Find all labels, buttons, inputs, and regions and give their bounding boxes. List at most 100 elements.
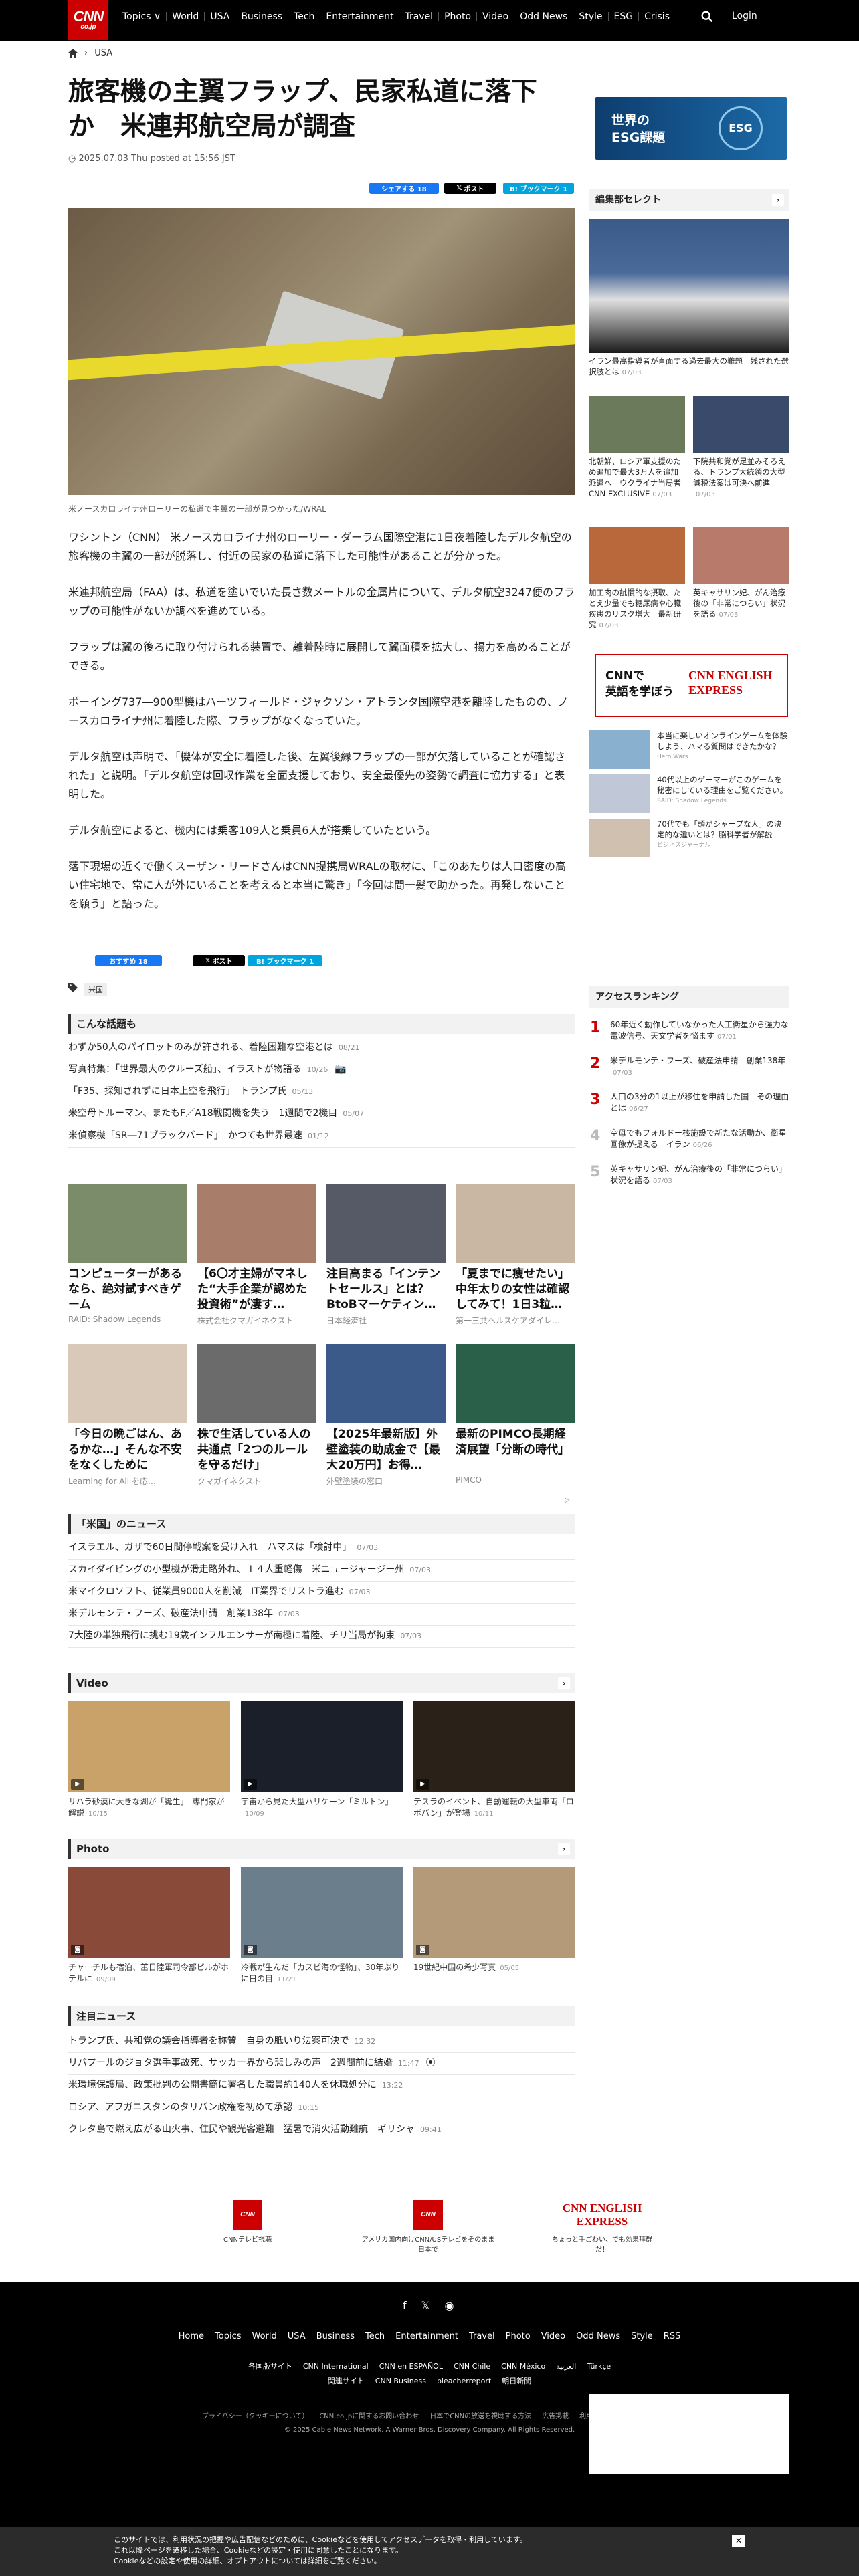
ranking-item[interactable]: 人口の3分の1以上が移住を申請した国 その理由とは 06/27 bbox=[610, 1091, 789, 1115]
nav-video[interactable]: Video bbox=[477, 12, 515, 21]
sponsored-image[interactable] bbox=[68, 1184, 187, 1263]
footer-link[interactable]: Türkçe bbox=[587, 2362, 611, 2371]
footer-link[interactable]: Topics bbox=[215, 2331, 241, 2341]
sponsored-image[interactable] bbox=[197, 1184, 316, 1263]
editor-item[interactable]: 下院共和党が足並みそろえる、トランプ大統領の大型減税法案は可決へ前進 07/03 bbox=[693, 456, 789, 500]
footer-link[interactable]: CNN en ESPAÑOL bbox=[379, 2362, 443, 2371]
side-ad-image[interactable] bbox=[589, 730, 650, 769]
sponsored-image[interactable] bbox=[456, 1184, 575, 1263]
footer-link[interactable]: プライバシー（クッキーについて） bbox=[202, 2413, 309, 2420]
nav-usa[interactable]: USA bbox=[205, 12, 236, 21]
video-caption[interactable]: テスラのイベント、自動運転の大型車両「ロボバン」が登場 10/11 bbox=[413, 1796, 575, 1820]
footer-link[interactable]: CNN International bbox=[303, 2362, 369, 2371]
footer-link[interactable]: Video bbox=[541, 2331, 565, 2341]
list-item[interactable]: 米環境保護局、政策批判の公開書簡に署名した職員約140人を休職処分に 13:22 bbox=[68, 2074, 575, 2097]
hatena-bookmark-button[interactable]: B! ブックマーク 1 bbox=[503, 183, 574, 194]
footer-link[interactable]: Home bbox=[179, 2331, 204, 2341]
footer-link[interactable]: RSS bbox=[664, 2331, 681, 2341]
footer-link[interactable]: CNN Chile bbox=[454, 2362, 490, 2371]
cnn-english-ad[interactable]: CNNで 英語を学ぼう CNN ENGLISH EXPRESS bbox=[595, 654, 788, 717]
sponsored-title[interactable]: 最新のPIMCO長期経済展望「分断の時代」 bbox=[456, 1427, 575, 1458]
sponsored-image[interactable] bbox=[326, 1344, 446, 1423]
sponsored-image[interactable] bbox=[197, 1344, 316, 1423]
nav-travel[interactable]: Travel bbox=[399, 12, 440, 21]
nav-tech[interactable]: Tech bbox=[288, 12, 321, 21]
photo-thumbnail[interactable]: ◙ bbox=[413, 1867, 575, 1958]
footer-link[interactable]: Odd News bbox=[576, 2331, 620, 2341]
video-thumbnail[interactable]: ▶ bbox=[413, 1701, 575, 1792]
sponsored-title[interactable]: 「今日の晩ごはん、あるかな…」そんな不安をなくしために bbox=[68, 1427, 187, 1473]
footer-link[interactable]: Style bbox=[631, 2331, 653, 2341]
list-item[interactable]: 米デルモンテ・フーズ、破産法申請 創業138年 07/03 bbox=[68, 1603, 575, 1626]
footer-link[interactable]: 朝日新聞 bbox=[502, 2377, 531, 2385]
nav-esg[interactable]: ESG bbox=[609, 12, 640, 21]
editor-main-item[interactable]: イラン最高指導者が直面する過去最大の難題 残された選択肢とは 07/03 bbox=[589, 356, 789, 379]
video-heading[interactable]: Video › bbox=[68, 1673, 575, 1693]
photo-thumbnail[interactable]: ◙ bbox=[241, 1867, 403, 1958]
editor-item-image[interactable] bbox=[693, 396, 789, 453]
ranking-item[interactable]: 米デルモンテ・フーズ、破産法申請 創業138年 07/03 bbox=[610, 1055, 789, 1079]
footer-link[interactable]: World bbox=[252, 2331, 277, 2341]
photo-caption[interactable]: 19世紀中国の希少写真 05/05 bbox=[413, 1962, 575, 1974]
sponsored-title[interactable]: 【2025年最新版】外壁塗装の助成金で【最大20万円】お得… bbox=[326, 1427, 446, 1473]
nav-business[interactable]: Business bbox=[235, 12, 289, 21]
home-icon[interactable] bbox=[68, 49, 78, 58]
login-link[interactable]: Login bbox=[732, 11, 757, 21]
editor-item[interactable]: 英キャサリン妃、がん治療後の「非常につらい」状況を語る 07/03 bbox=[693, 587, 789, 621]
nav-world[interactable]: World bbox=[167, 12, 205, 21]
article-tag[interactable]: 米国 bbox=[84, 983, 107, 996]
nav-style[interactable]: Style bbox=[573, 12, 609, 21]
ranking-item[interactable]: 英キャサリン妃、がん治療後の「非常につらい」状況を語る 07/03 bbox=[610, 1164, 789, 1187]
footer-link[interactable]: 広告掲載 bbox=[542, 2413, 569, 2420]
side-ad[interactable]: 70代でも「頭がシャープな人」の決定的な違いとは？脳科学者が解説 ビジネスジャーナ… bbox=[657, 819, 788, 851]
facebook-recommend-button[interactable]: おすすめ 18 bbox=[95, 955, 162, 966]
footer-link[interactable]: Entertainment bbox=[395, 2331, 458, 2341]
side-ad[interactable]: 40代以上のゲーマーがこのゲームを秘密にしている理由をご覧ください。 RAID: … bbox=[657, 774, 788, 807]
esg-banner[interactable]: 世界の ESG課題 ESG bbox=[595, 97, 787, 160]
editor-select-heading[interactable]: 編集部セレクト › bbox=[589, 189, 789, 211]
list-item[interactable]: 7大陸の単独飛行に挑む19歳インフルエンサーが南極に着陸、チリ当局が拘束 07/0… bbox=[68, 1625, 575, 1648]
nav-entertainment[interactable]: Entertainment bbox=[320, 12, 400, 21]
sponsored-image[interactable] bbox=[456, 1344, 575, 1423]
sponsored-image[interactable] bbox=[326, 1184, 446, 1263]
sponsored-image[interactable] bbox=[68, 1344, 187, 1423]
chevron-right-icon[interactable]: › bbox=[772, 194, 784, 206]
list-item[interactable]: 米空母トルーマン、またもF／A18戦闘機を失う 1週間で2機目 05/07 bbox=[68, 1103, 575, 1125]
cnn-us-banner[interactable]: CNN アメリカ国内向けCNN/USテレビをそのまま日本で bbox=[361, 2200, 495, 2254]
footer-link[interactable]: Tech bbox=[365, 2331, 385, 2341]
footer-link[interactable]: CNN.co.jpに関するお問い合わせ bbox=[319, 2413, 419, 2420]
sticky-ad-box[interactable] bbox=[589, 2394, 789, 2474]
sponsored-title[interactable]: 「夏までに痩せたい」中年太りの女性は確認してみて！1日3粒… bbox=[456, 1267, 575, 1313]
nav-odd-news[interactable]: Odd News bbox=[514, 12, 574, 21]
list-item[interactable]: 「F35、探知されずに日本上空を飛行」 トランプ氏 05/13 bbox=[68, 1081, 575, 1103]
english-express-banner[interactable]: CNN ENGLISH EXPRESS ちょっと手ごわい、でも効果拜群だ！ bbox=[549, 2200, 656, 2254]
video-caption[interactable]: 宇宙から見た大型ハリケーン「ミルトン」 10/09 bbox=[241, 1796, 403, 1820]
editor-item-image[interactable] bbox=[589, 527, 685, 584]
ranking-item[interactable]: 空母でもフォルドー核施設で新たな活動か、衛星画像が捉える イラン 06/26 bbox=[610, 1128, 789, 1151]
list-item[interactable]: スカイダイビングの小型機が滑走路外れ、１４人重軽傷 米ニュージャージー州 07/0… bbox=[68, 1559, 575, 1582]
sponsored-title[interactable]: 注目高まる「インテントセールス」とは？BtoBマーケティン… bbox=[326, 1267, 446, 1313]
photo-caption[interactable]: チャーチルも宿泊、茁日陸軍司令部ビルがホテルに 09/09 bbox=[68, 1962, 230, 1985]
side-ad[interactable]: 本当に楽しいオンラインゲームを体験しよう、ハマる質問はできたかな？ Hero Wa… bbox=[657, 730, 788, 762]
facebook-share-button[interactable]: シェアする 18 bbox=[369, 183, 439, 194]
footer-link[interactable]: Travel bbox=[469, 2331, 495, 2341]
nav-crisis[interactable]: Crisis bbox=[639, 12, 675, 21]
nav-photo[interactable]: Photo bbox=[439, 12, 478, 21]
breadcrumb-section[interactable]: USA bbox=[94, 48, 112, 58]
sponsored-title[interactable]: 株で生活している人の共通点「2つのルールを守るだけ」 bbox=[197, 1427, 316, 1473]
footer-link[interactable]: 関連サイト bbox=[328, 2377, 365, 2385]
video-thumbnail[interactable]: ▶ bbox=[241, 1701, 403, 1792]
list-item[interactable]: トランプ氏、共和党の議会指導者を称賛 自身の胝いり法案可決で 12:32 bbox=[68, 2030, 575, 2053]
x-post-bottom-button[interactable]: 𝕏 ポスト bbox=[193, 955, 245, 966]
sponsored-title[interactable]: コンピューターがあるなら、絶対試すべきゲーム bbox=[68, 1267, 187, 1313]
list-item[interactable]: イスラエル、ガザで60日間停戦案を受け入れ ハマスは「検討中」 07/03 bbox=[68, 1537, 575, 1560]
video-thumbnail[interactable]: ▶ bbox=[68, 1701, 230, 1792]
footer-link[interactable]: CNN México bbox=[501, 2362, 545, 2371]
facebook-icon[interactable]: f bbox=[403, 2299, 407, 2312]
editor-item-image[interactable] bbox=[589, 396, 685, 453]
ranking-item[interactable]: 60年近く動作していなかった人工衛星から強力な電波信号、天文学者を悩ます 07/0… bbox=[610, 1019, 789, 1043]
side-ad-image[interactable] bbox=[589, 774, 650, 813]
side-ad-image[interactable] bbox=[589, 819, 650, 857]
footer-link[interactable]: 日本でCNNの放送を視聴する方法 bbox=[430, 2413, 531, 2420]
list-item[interactable]: 米偵察機「SR―71ブラックバード」 かつても世界最速 01/12 bbox=[68, 1125, 575, 1148]
